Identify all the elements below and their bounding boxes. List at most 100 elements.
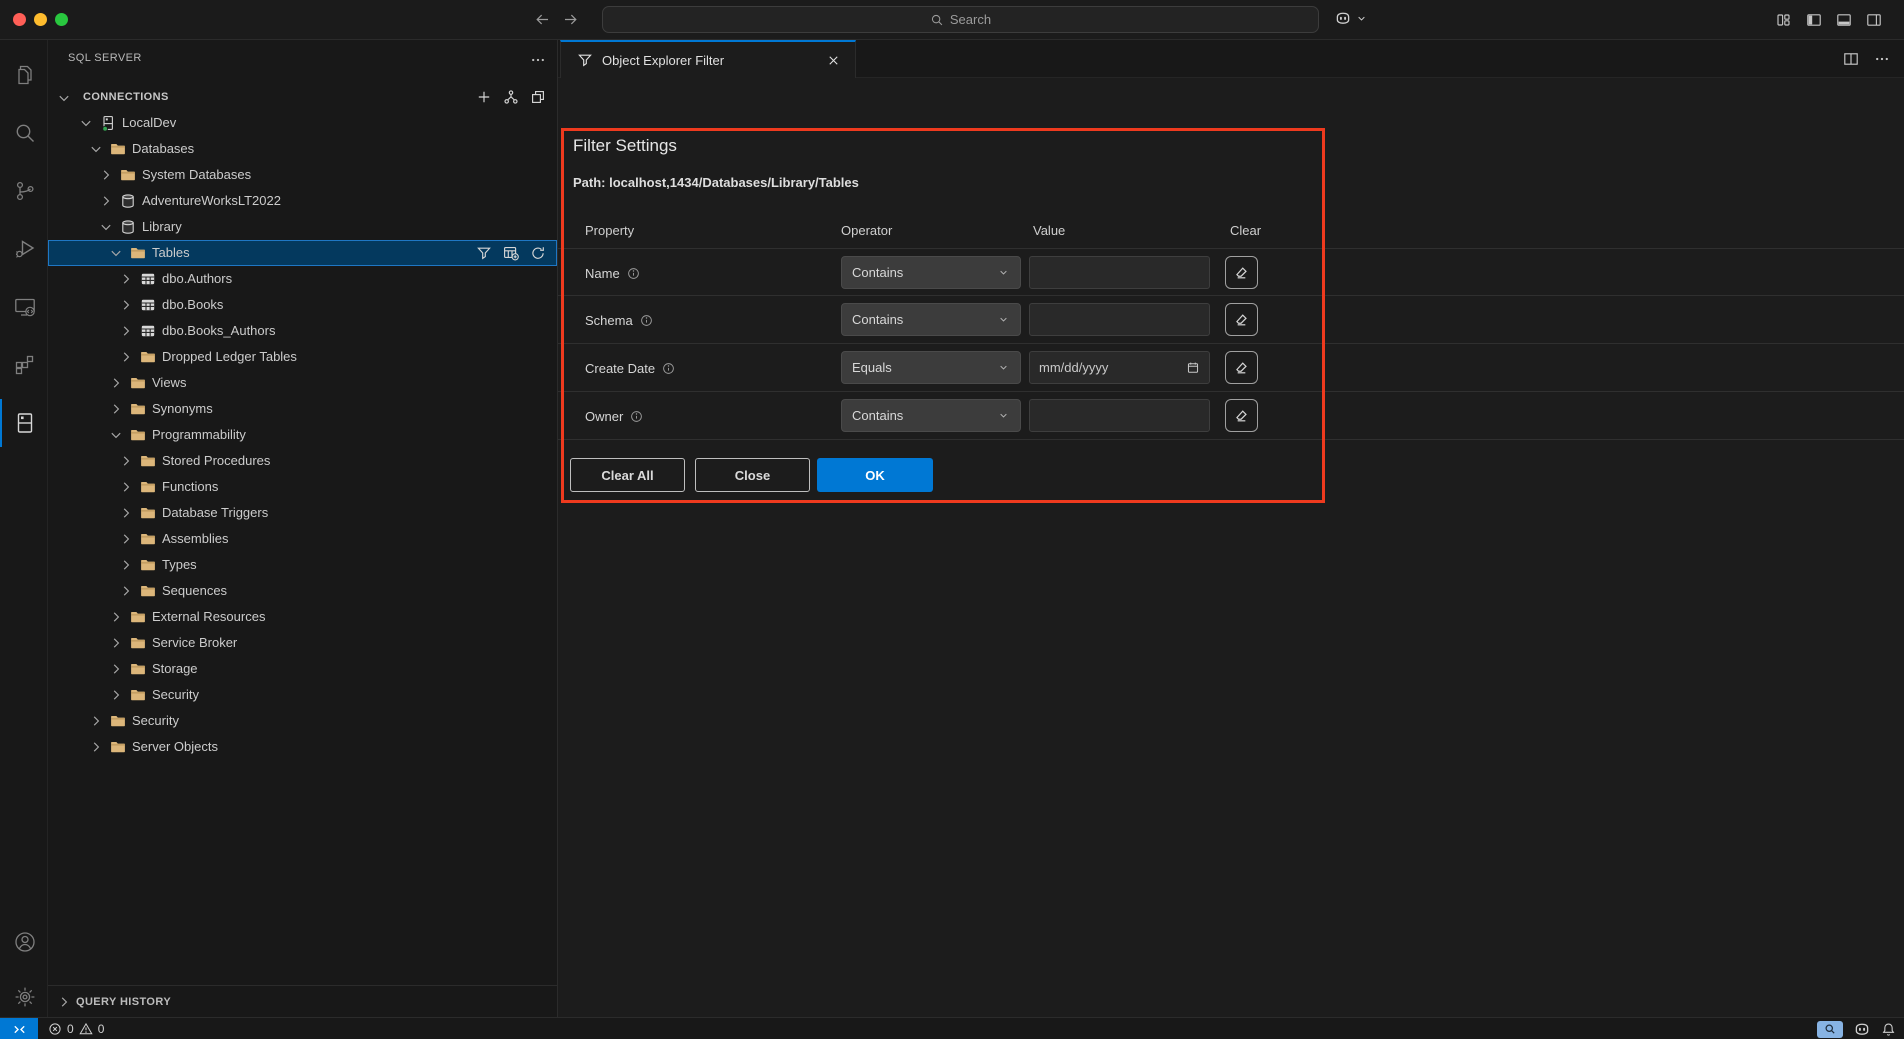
tree-item-dbo-books-authors[interactable]: dbo.Books_Authors — [48, 318, 557, 344]
chevron-right-icon[interactable] — [118, 323, 134, 339]
chevron-right-icon[interactable] — [88, 713, 104, 729]
activity-bar-item-source-control[interactable] — [0, 167, 48, 215]
chevron-down-icon[interactable] — [108, 427, 124, 443]
info-icon[interactable] — [662, 362, 675, 375]
activity-bar-item-sql-server[interactable] — [0, 399, 48, 447]
clear-row-button[interactable] — [1225, 351, 1258, 384]
chevron-down-icon[interactable] — [78, 115, 94, 131]
activity-bar-item-remote-explorer[interactable] — [0, 283, 48, 331]
operator-select[interactable]: Contains — [841, 303, 1021, 336]
navigate-forward-icon[interactable] — [562, 11, 579, 28]
add-connection-icon[interactable] — [476, 89, 492, 105]
chevron-right-icon[interactable] — [98, 193, 114, 209]
chevron-down-icon[interactable] — [108, 245, 124, 261]
chevron-right-icon[interactable] — [108, 661, 124, 677]
remote-indicator[interactable] — [0, 1018, 38, 1039]
chevron-right-icon[interactable] — [118, 557, 134, 573]
operator-select[interactable]: Contains — [841, 399, 1021, 432]
notifications-bell-icon[interactable] — [1881, 1022, 1896, 1037]
info-icon[interactable] — [630, 410, 643, 423]
close-tab-icon[interactable] — [826, 53, 841, 68]
clear-row-button[interactable] — [1225, 256, 1258, 289]
tree-item-server-objects[interactable]: Server Objects — [48, 734, 557, 760]
activity-bar-item-accounts[interactable] — [0, 918, 48, 966]
close-window-button[interactable] — [13, 13, 26, 26]
problems-status[interactable]: 0 0 — [48, 1018, 104, 1039]
tree-item-programmability[interactable]: Programmability — [48, 422, 557, 448]
more-actions-icon[interactable] — [1874, 51, 1890, 67]
chevron-right-icon[interactable] — [108, 687, 124, 703]
tree-item-databases[interactable]: Databases — [48, 136, 557, 162]
clear-all-button[interactable]: Clear All — [570, 458, 685, 492]
tree-item-adventureworkslt2022[interactable]: AdventureWorksLT2022 — [48, 188, 557, 214]
chevron-right-icon[interactable] — [118, 583, 134, 599]
value-date-input[interactable]: mm/dd/yyyy — [1029, 351, 1210, 384]
value-input[interactable] — [1029, 399, 1210, 432]
clear-row-button[interactable] — [1225, 303, 1258, 336]
tree-item-assemblies[interactable]: Assemblies — [48, 526, 557, 552]
chevron-down-icon[interactable] — [56, 90, 72, 106]
customize-layout-icon[interactable] — [1776, 12, 1792, 28]
command-center-search[interactable]: Search — [602, 6, 1319, 33]
tree-item-dropped-ledger-tables[interactable]: Dropped Ledger Tables — [48, 344, 557, 370]
tree-item-types[interactable]: Types — [48, 552, 557, 578]
split-editor-icon[interactable] — [1843, 51, 1859, 67]
connection-groups-icon[interactable] — [503, 89, 519, 105]
chevron-right-icon[interactable] — [98, 167, 114, 183]
value-input[interactable] — [1029, 303, 1210, 336]
close-button[interactable]: Close — [695, 458, 810, 492]
tree-item-stored-procedures[interactable]: Stored Procedures — [48, 448, 557, 474]
ok-button[interactable]: OK — [817, 458, 933, 492]
tree-item-views[interactable]: Views — [48, 370, 557, 396]
chevron-right-icon[interactable] — [118, 531, 134, 547]
activity-bar-item-extensions[interactable] — [0, 341, 48, 389]
query-history-section[interactable]: QUERY HISTORY — [48, 985, 557, 1017]
operator-select[interactable]: Equals — [841, 351, 1021, 384]
chevron-right-icon[interactable] — [118, 349, 134, 365]
refresh-icon[interactable] — [530, 245, 546, 261]
chevron-down-icon[interactable] — [98, 219, 114, 235]
chevron-right-icon[interactable] — [108, 401, 124, 417]
filter-icon[interactable] — [476, 245, 492, 261]
info-icon[interactable] — [627, 267, 640, 280]
tree-item-security[interactable]: Security — [48, 682, 557, 708]
tab-object-explorer-filter[interactable]: Object Explorer Filter — [560, 40, 856, 78]
tree-item-library[interactable]: Library — [48, 214, 557, 240]
tree-item-localdev[interactable]: LocalDev — [48, 110, 557, 136]
tree-item-database-triggers[interactable]: Database Triggers — [48, 500, 557, 526]
tree-item-synonyms[interactable]: Synonyms — [48, 396, 557, 422]
info-icon[interactable] — [640, 314, 653, 327]
clear-row-button[interactable] — [1225, 399, 1258, 432]
section-header-connections[interactable]: CONNECTIONS — [48, 84, 557, 110]
activity-bar-item-manage-settings[interactable] — [0, 973, 48, 1021]
chevron-right-icon[interactable] — [108, 609, 124, 625]
tree-item-external-resources[interactable]: External Resources — [48, 604, 557, 630]
activity-bar-item-search[interactable] — [0, 109, 48, 157]
toggle-primary-sidebar-icon[interactable] — [1806, 12, 1822, 28]
zoom-window-button[interactable] — [55, 13, 68, 26]
copilot-status-icon[interactable] — [1853, 1020, 1871, 1038]
chevron-right-icon[interactable] — [118, 505, 134, 521]
zoom-status-tile[interactable] — [1817, 1021, 1843, 1038]
operator-select[interactable]: Contains — [841, 256, 1021, 289]
chevron-down-icon[interactable] — [88, 141, 104, 157]
chevron-right-icon[interactable] — [118, 271, 134, 287]
navigate-back-icon[interactable] — [534, 11, 551, 28]
tree-item-service-broker[interactable]: Service Broker — [48, 630, 557, 656]
tree-item-dbo-books[interactable]: dbo.Books — [48, 292, 557, 318]
tree-item-tables[interactable]: Tables — [48, 240, 557, 266]
new-connection-group-icon[interactable] — [530, 89, 546, 105]
toggle-panel-icon[interactable] — [1836, 12, 1852, 28]
toggle-secondary-sidebar-icon[interactable] — [1866, 12, 1882, 28]
activity-bar-item-explorer[interactable] — [0, 51, 48, 99]
edit-table-icon[interactable] — [503, 245, 519, 261]
tree-item-functions[interactable]: Functions — [48, 474, 557, 500]
chevron-right-icon[interactable] — [88, 739, 104, 755]
tree-item-storage[interactable]: Storage — [48, 656, 557, 682]
tree-item-dbo-authors[interactable]: dbo.Authors — [48, 266, 557, 292]
tree-item-system-databases[interactable]: System Databases — [48, 162, 557, 188]
copilot-menu[interactable] — [1334, 9, 1368, 27]
chevron-right-icon[interactable] — [108, 635, 124, 651]
tree-item-security[interactable]: Security — [48, 708, 557, 734]
chevron-right-icon[interactable] — [118, 479, 134, 495]
